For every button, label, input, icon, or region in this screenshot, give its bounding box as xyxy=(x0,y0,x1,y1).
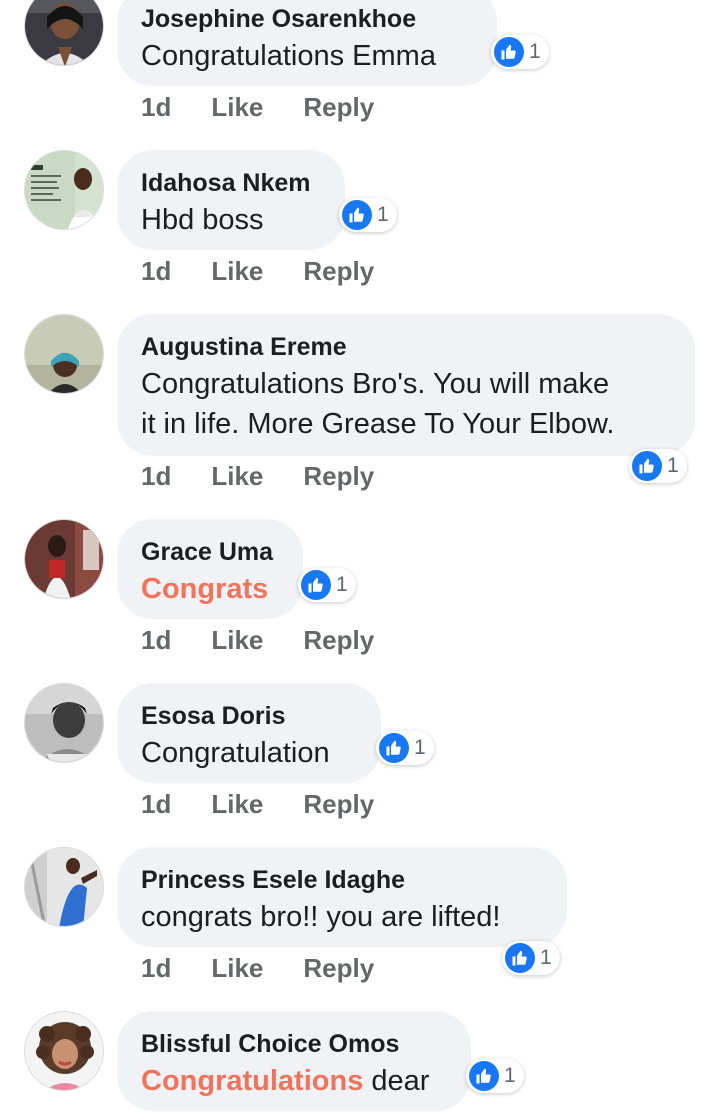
avatar[interactable] xyxy=(24,847,104,927)
comment-text-rest: dear xyxy=(363,1065,430,1097)
avatar[interactable] xyxy=(24,683,104,763)
like-button[interactable]: Like xyxy=(211,789,263,820)
comment-bubble: Augustina Ereme Congratulations Bro's. Y… xyxy=(117,314,695,456)
commenter-name[interactable]: Josephine Osarenkhoe xyxy=(141,4,473,34)
reply-button[interactable]: Reply xyxy=(303,625,374,656)
timestamp: 1d xyxy=(141,92,172,122)
thumbs-up-icon xyxy=(301,570,331,600)
comment-actions: 1d Like Reply xyxy=(141,625,374,656)
reaction-count: 1 xyxy=(540,946,552,969)
timestamp: 1d xyxy=(141,256,172,286)
reaction-count-badge[interactable]: 1 xyxy=(339,198,397,232)
comment-actions: 1d Like Reply xyxy=(141,789,374,820)
timestamp: 1d xyxy=(141,625,172,655)
reaction-count-badge[interactable]: 1 xyxy=(376,731,434,765)
thumbs-up-icon xyxy=(342,200,372,230)
comment-text: Congratulations dear xyxy=(141,1061,447,1101)
comment-text: Congratulations Emma xyxy=(141,40,436,72)
commenter-name[interactable]: Idahosa Nkem xyxy=(141,168,321,198)
timestamp: 1d xyxy=(141,461,172,491)
reply-button[interactable]: Reply xyxy=(303,953,374,984)
commenter-name[interactable]: Augustina Ereme xyxy=(141,332,671,362)
avatar[interactable] xyxy=(24,1011,104,1091)
comment-text-line: it in life. More Grease To Your Elbow. xyxy=(141,408,615,440)
comment-bubble: Princess Esele Idaghe congrats bro!! you… xyxy=(117,847,567,947)
comment-text: Hbd boss xyxy=(141,204,264,236)
reply-button[interactable]: Reply xyxy=(303,789,374,820)
reaction-count: 1 xyxy=(336,573,348,596)
comment-text: Congratulations Bro's. You will make it … xyxy=(141,364,671,444)
like-button[interactable]: Like xyxy=(211,953,263,984)
like-button[interactable]: Like xyxy=(211,92,263,123)
reaction-count: 1 xyxy=(377,203,389,226)
reaction-count-badge[interactable]: 1 xyxy=(629,449,687,483)
comment-bubble: Grace Uma Congrats xyxy=(117,519,303,619)
thumbs-up-icon xyxy=(494,37,524,67)
reaction-count: 1 xyxy=(667,454,679,477)
like-button[interactable]: Like xyxy=(211,461,263,492)
reply-button[interactable]: Reply xyxy=(303,256,374,287)
comment-text: congrats bro!! you are lifted! xyxy=(141,901,501,933)
reaction-count-badge[interactable]: 1 xyxy=(491,35,549,69)
reaction-count: 1 xyxy=(529,40,541,63)
comment-actions: 1d Like Reply xyxy=(141,953,374,984)
avatar[interactable] xyxy=(24,150,104,230)
comment-text-line: Congratulations Bro's. You will make xyxy=(141,368,610,400)
comment-bubble: Blissful Choice Omos Congratulations dea… xyxy=(117,1011,471,1111)
thumbs-up-icon xyxy=(379,733,409,763)
reaction-count-badge[interactable]: 1 xyxy=(298,568,356,602)
thumbs-up-icon xyxy=(632,451,662,481)
commenter-name[interactable]: Princess Esele Idaghe xyxy=(141,865,543,895)
commenter-name[interactable]: Grace Uma xyxy=(141,537,279,567)
thumbs-up-icon xyxy=(469,1061,499,1091)
comment-text: Congratulation xyxy=(141,737,330,769)
timestamp: 1d xyxy=(141,789,172,819)
commenter-name[interactable]: Blissful Choice Omos xyxy=(141,1029,447,1059)
comment-bubble: Idahosa Nkem Hbd boss xyxy=(117,150,345,250)
comment-actions: 1d Like Reply xyxy=(141,92,374,123)
comment-text-highlight: Congratulations xyxy=(141,1065,364,1097)
avatar[interactable] xyxy=(24,519,104,599)
reaction-count: 1 xyxy=(504,1064,516,1087)
timestamp: 1d xyxy=(141,953,172,983)
comment-text: Congrats xyxy=(141,573,269,605)
avatar[interactable] xyxy=(24,0,104,66)
comment-actions: 1d Like Reply xyxy=(141,256,374,287)
comment-bubble: Josephine Osarenkhoe Congratulations Emm… xyxy=(117,0,497,86)
like-button[interactable]: Like xyxy=(211,625,263,656)
reaction-count-badge[interactable]: 1 xyxy=(466,1059,524,1093)
reply-button[interactable]: Reply xyxy=(303,92,374,123)
thumbs-up-icon xyxy=(505,943,535,973)
reaction-count: 1 xyxy=(414,736,426,759)
reply-button[interactable]: Reply xyxy=(303,461,374,492)
reaction-count-badge[interactable]: 1 xyxy=(502,941,560,975)
avatar[interactable] xyxy=(24,314,104,394)
comment-bubble: Esosa Doris Congratulation xyxy=(117,683,381,783)
comment-actions: 1d Like Reply xyxy=(141,461,374,492)
like-button[interactable]: Like xyxy=(211,256,263,287)
commenter-name[interactable]: Esosa Doris xyxy=(141,701,357,731)
